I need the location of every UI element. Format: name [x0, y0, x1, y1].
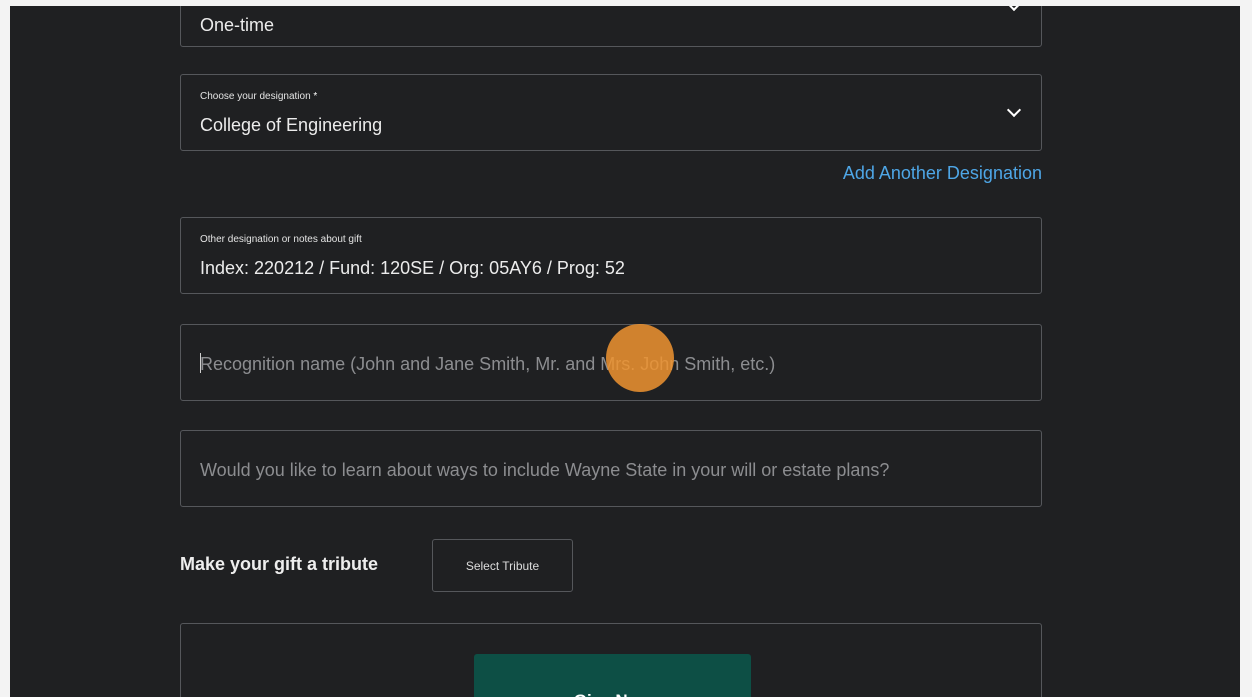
tribute-label: Make your gift a tribute	[180, 554, 379, 574]
designation-value: College of Engineering	[200, 115, 383, 135]
required-mark: *	[313, 91, 318, 102]
estate-plans-placeholder: Would you like to learn about ways to in…	[200, 460, 890, 480]
recognition-name-placeholder: Recognition name (John and Jane Smith, M…	[200, 354, 776, 374]
donation-form-panel: One-time Choose your designation * Colle…	[10, 6, 1240, 697]
gift-notes-field[interactable]: Other designation or notes about gift In…	[180, 217, 1042, 294]
gift-notes-label: Other designation or notes about gift	[200, 234, 362, 245]
click-indicator	[606, 324, 674, 392]
chevron-down-icon	[1006, 6, 1022, 12]
frequency-value: One-time	[200, 15, 275, 35]
frequency-select[interactable]: One-time	[180, 6, 1042, 47]
designation-label: Choose your designation *	[200, 91, 318, 102]
submit-section: Give Now	[180, 623, 1042, 697]
give-now-button[interactable]: Give Now	[474, 654, 751, 697]
estate-plans-input[interactable]: Would you like to learn about ways to in…	[180, 430, 1042, 507]
add-another-designation-link[interactable]: Add Another Designation	[843, 163, 1042, 184]
chevron-down-icon	[1006, 102, 1022, 118]
designation-select[interactable]: Choose your designation * College of Eng…	[180, 74, 1042, 151]
gift-notes-value: Index: 220212 / Fund: 120SE / Org: 05AY6…	[200, 258, 625, 278]
select-tribute-button[interactable]: Select Tribute	[432, 539, 573, 592]
